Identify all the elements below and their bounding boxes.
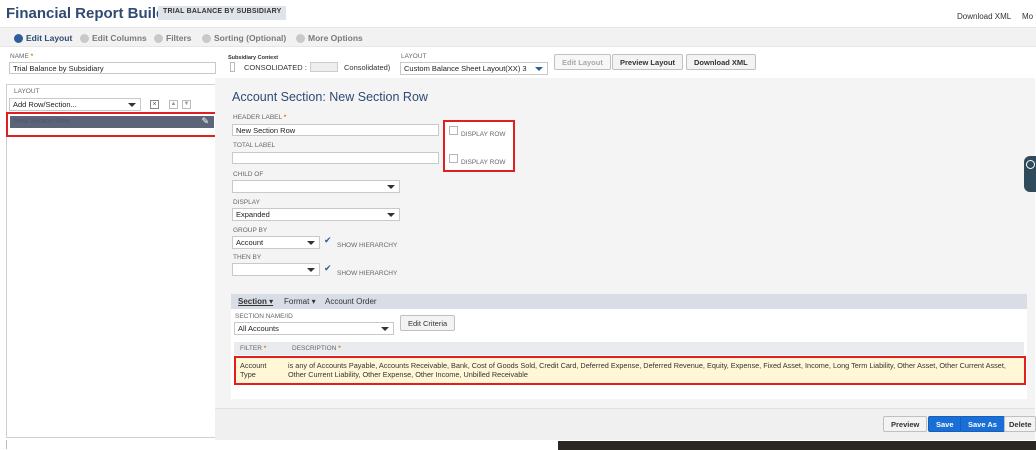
- download-xml-button[interactable]: Download XML: [686, 54, 756, 70]
- chevron-down-icon: [128, 103, 136, 107]
- consolidated-suffix: Consolidated): [344, 63, 391, 72]
- display-select[interactable]: Expanded: [232, 208, 400, 221]
- step-indicator-icon: [80, 33, 89, 43]
- step-label: Sorting (Optional): [214, 33, 287, 43]
- side-assistant-tab[interactable]: [1024, 156, 1036, 192]
- display-row-total-label: DISPLAY ROW: [461, 159, 506, 166]
- step-navigation: Edit Layout Edit Columns Filters Sorting…: [0, 27, 1036, 47]
- page-title: Financial Report Builder: [6, 5, 180, 22]
- save-as-button[interactable]: Save As: [960, 416, 1005, 432]
- step-sorting[interactable]: Sorting (Optional): [202, 33, 286, 43]
- tree-row-new-section[interactable]: New Section Row ✎: [10, 116, 214, 128]
- step-label: Edit Columns: [92, 33, 147, 43]
- total-label-label: TOTAL LABEL: [233, 142, 276, 149]
- edit-layout-button[interactable]: Edit Layout: [554, 54, 611, 70]
- add-row-section-select[interactable]: Add Row/Section...: [9, 98, 141, 111]
- section-name-label: SECTION NAME/ID: [235, 313, 293, 320]
- step-indicator-icon: [202, 33, 211, 43]
- then-by-label: THEN BY: [233, 254, 262, 261]
- layout-tree-label: LAYOUT: [14, 88, 40, 95]
- save-button[interactable]: Save: [928, 416, 962, 432]
- group-by-value: Account: [236, 238, 264, 247]
- subsidiary-context-label: Subsidiary Context: [228, 55, 279, 61]
- subsidiary-selector[interactable]: [310, 62, 338, 72]
- layout-tree-panel: [6, 84, 217, 438]
- display-row-header-checkbox[interactable]: [449, 126, 458, 135]
- child-of-label: CHILD OF: [233, 171, 264, 178]
- move-up-icon[interactable]: ▲: [169, 100, 178, 109]
- tab-format[interactable]: Format ▾: [284, 297, 316, 306]
- criteria-table-header: FILTER * DESCRIPTION *: [234, 342, 1024, 355]
- section-name-select[interactable]: All Accounts: [234, 322, 394, 335]
- add-row-section-value: Add Row/Section...: [13, 100, 77, 109]
- show-hierarchy-label-2: SHOW HIERARCHY: [337, 270, 398, 277]
- step-edit-columns[interactable]: Edit Columns: [80, 33, 147, 43]
- delete-button[interactable]: Delete: [1004, 416, 1036, 432]
- show-hierarchy-label-1: SHOW HIERARCHY: [337, 242, 398, 249]
- name-input[interactable]: Trial Balance by Subsidiary: [9, 62, 216, 74]
- criteria-description-cell[interactable]: is any of Accounts Payable, Accounts Rec…: [288, 361, 1022, 379]
- chevron-down-icon: [535, 67, 543, 71]
- step-label: Filters: [166, 33, 192, 43]
- tab-section[interactable]: Section ▾: [238, 297, 273, 306]
- group-by-label: GROUP BY: [233, 227, 268, 234]
- background-strip: [558, 441, 1036, 450]
- group-by-select[interactable]: Account: [232, 236, 320, 249]
- chevron-down-icon: [307, 268, 315, 272]
- layout-label: LAYOUT: [401, 53, 427, 60]
- section-subtabs: Section ▾ Format ▾ Account Order: [231, 294, 1027, 309]
- filter-column-header: FILTER *: [240, 345, 267, 352]
- child-of-select[interactable]: [232, 180, 400, 193]
- chevron-down-icon: [381, 327, 389, 331]
- move-down-icon[interactable]: ▼: [182, 100, 191, 109]
- section-name-value: All Accounts: [238, 324, 279, 333]
- tab-account-order[interactable]: Account Order: [325, 297, 377, 306]
- display-row-total-checkbox[interactable]: [449, 154, 458, 163]
- step-indicator-icon: [154, 33, 163, 43]
- left-divider: [6, 440, 7, 449]
- name-label: NAME *: [10, 53, 34, 60]
- description-column-header: DESCRIPTION *: [292, 345, 341, 352]
- preview-button[interactable]: Preview: [883, 416, 928, 432]
- subsidiary-toggle-left[interactable]: [230, 62, 235, 72]
- header-label-label: HEADER LABEL *: [233, 114, 287, 121]
- edit-criteria-button[interactable]: Edit Criteria: [400, 315, 456, 331]
- step-filters[interactable]: Filters: [154, 33, 192, 43]
- total-label-input[interactable]: [232, 152, 439, 164]
- header-more-link[interactable]: Mo: [1022, 12, 1033, 21]
- display-label: DISPLAY: [233, 199, 260, 206]
- layout-select-value: Custom Balance Sheet Layout(XX) 3: [404, 64, 527, 73]
- display-select-value: Expanded: [236, 210, 270, 219]
- step-indicator-icon: [14, 33, 23, 43]
- header-label-input[interactable]: New Section Row: [232, 124, 439, 136]
- display-row-header-label: DISPLAY ROW: [461, 131, 506, 138]
- criteria-filter-cell[interactable]: Account Type: [240, 361, 280, 379]
- consolidated-text: CONSOLIDATED :: [244, 63, 307, 72]
- layout-select[interactable]: Custom Balance Sheet Layout(XX) 3: [400, 62, 548, 75]
- edit-pencil-icon[interactable]: ✎: [201, 116, 209, 127]
- report-name-badge: TRIAL BALANCE BY SUBSIDIARY: [158, 6, 287, 20]
- section-heading: Account Section: New Section Row: [232, 90, 428, 104]
- chevron-down-icon: [307, 241, 315, 245]
- then-by-select[interactable]: [232, 263, 320, 276]
- help-icon: [1026, 160, 1035, 169]
- show-hierarchy-checkbox-2[interactable]: ✔: [324, 263, 332, 274]
- step-more-options[interactable]: More Options: [296, 33, 363, 43]
- step-label: Edit Layout: [26, 33, 73, 43]
- header-download-xml-link[interactable]: Download XML: [957, 12, 1011, 21]
- chevron-down-icon: [387, 213, 395, 217]
- step-indicator-icon: [296, 33, 305, 43]
- remove-row-icon[interactable]: ×: [150, 100, 159, 109]
- step-label: More Options: [308, 33, 363, 43]
- step-edit-layout[interactable]: Edit Layout: [14, 33, 72, 43]
- show-hierarchy-checkbox-1[interactable]: ✔: [324, 235, 332, 246]
- preview-layout-button[interactable]: Preview Layout: [612, 54, 684, 70]
- tree-row-label: New Section Row: [14, 118, 70, 125]
- chevron-down-icon: [387, 185, 395, 189]
